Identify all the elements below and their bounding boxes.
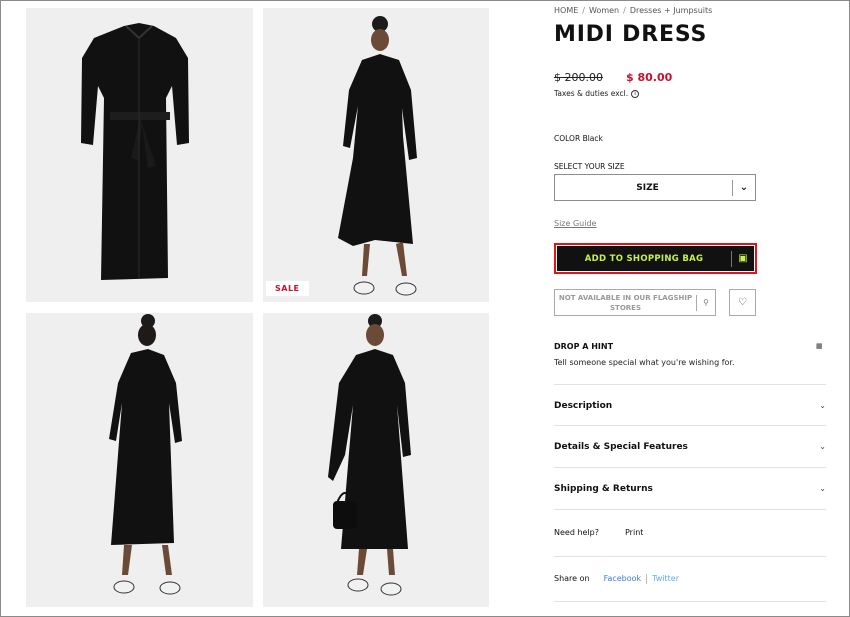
breadcrumb-separator: / xyxy=(582,6,585,15)
accordion-details[interactable]: Details & Special Features ⌄ xyxy=(554,425,826,467)
add-to-bag-label: ADD TO SHOPPING BAG xyxy=(584,253,704,264)
breadcrumb-dresses[interactable]: Dresses + Jumpsuits xyxy=(630,6,712,15)
chevron-down-icon: ⌄ xyxy=(819,442,826,451)
drop-hint-title[interactable]: DROP A HINT xyxy=(554,342,613,351)
sale-badge: SALE xyxy=(266,281,309,296)
add-to-bag-button[interactable]: ADD TO SHOPPING BAG ▣ xyxy=(554,243,757,274)
size-label: SELECT YOUR SIZE xyxy=(554,162,625,171)
color-label: COLOR xyxy=(554,134,581,143)
product-image-flat[interactable] xyxy=(26,8,253,302)
chevron-down-icon: ⌄ xyxy=(739,182,749,193)
model-bag-illustration xyxy=(328,314,411,596)
product-image-bag[interactable] xyxy=(263,313,489,607)
accordion-label: Shipping & Returns xyxy=(554,483,653,494)
divider xyxy=(646,573,648,584)
divider xyxy=(554,601,826,602)
gift-icon[interactable]: ▦ xyxy=(816,342,823,350)
size-guide-link[interactable]: Size Guide xyxy=(554,219,596,228)
color-row: COLOR Black xyxy=(554,134,603,143)
model-front-illustration xyxy=(338,16,417,296)
heart-icon: ♡ xyxy=(738,297,747,308)
accordion-description[interactable]: Description ⌄ xyxy=(554,384,826,426)
accordion-label: Description xyxy=(554,400,613,411)
product-image-front[interactable]: SALE xyxy=(263,8,489,302)
dress-flat-illustration xyxy=(81,23,189,280)
shopping-bag-icon: ▣ xyxy=(738,253,748,264)
flagship-stores-label: NOT AVAILABLE IN OUR FLAGSHIP STORES xyxy=(558,293,693,312)
color-value: Black xyxy=(582,134,603,143)
product-title: MIDI DRESS xyxy=(554,22,708,47)
need-help-link[interactable]: Need help? xyxy=(554,528,599,537)
drop-hint-text: Tell someone special what you're wishing… xyxy=(554,358,735,367)
taxes-note: Taxes & duties excl. i xyxy=(554,89,640,98)
location-pin-icon: ⚲ xyxy=(703,298,709,307)
breadcrumb: HOME / Women / Dresses + Jumpsuits xyxy=(554,6,712,15)
share-label: Share on xyxy=(554,574,590,583)
facebook-link[interactable]: Facebook xyxy=(604,574,642,583)
original-price: $ 200.00 xyxy=(554,71,603,84)
breadcrumb-women[interactable]: Women xyxy=(589,6,619,15)
size-select-value: SIZE xyxy=(636,182,659,193)
help-row: Need help? Print xyxy=(554,509,826,555)
breadcrumb-separator: / xyxy=(623,6,626,15)
accordion-label: Details & Special Features xyxy=(554,441,688,452)
wishlist-button[interactable]: ♡ xyxy=(729,289,756,316)
print-link[interactable]: Print xyxy=(625,528,643,537)
chevron-down-icon: ⌄ xyxy=(819,484,826,493)
taxes-text: Taxes & duties excl. xyxy=(554,89,629,98)
flagship-stores-button[interactable]: NOT AVAILABLE IN OUR FLAGSHIP STORES ⚲ xyxy=(554,289,716,316)
sale-price: $ 80.00 xyxy=(626,71,673,84)
product-image-back[interactable] xyxy=(26,313,253,607)
info-icon[interactable]: i xyxy=(631,90,640,98)
add-to-bag-inner: ADD TO SHOPPING BAG ▣ xyxy=(557,246,754,271)
share-row: Share on Facebook Twitter xyxy=(554,556,826,600)
model-back-illustration xyxy=(109,314,182,595)
chevron-down-icon: ⌄ xyxy=(819,401,826,410)
size-select[interactable]: SIZE ⌄ xyxy=(554,174,756,201)
accordion-shipping[interactable]: Shipping & Returns ⌄ xyxy=(554,467,826,509)
twitter-link[interactable]: Twitter xyxy=(652,574,679,583)
breadcrumb-home[interactable]: HOME xyxy=(554,6,578,15)
